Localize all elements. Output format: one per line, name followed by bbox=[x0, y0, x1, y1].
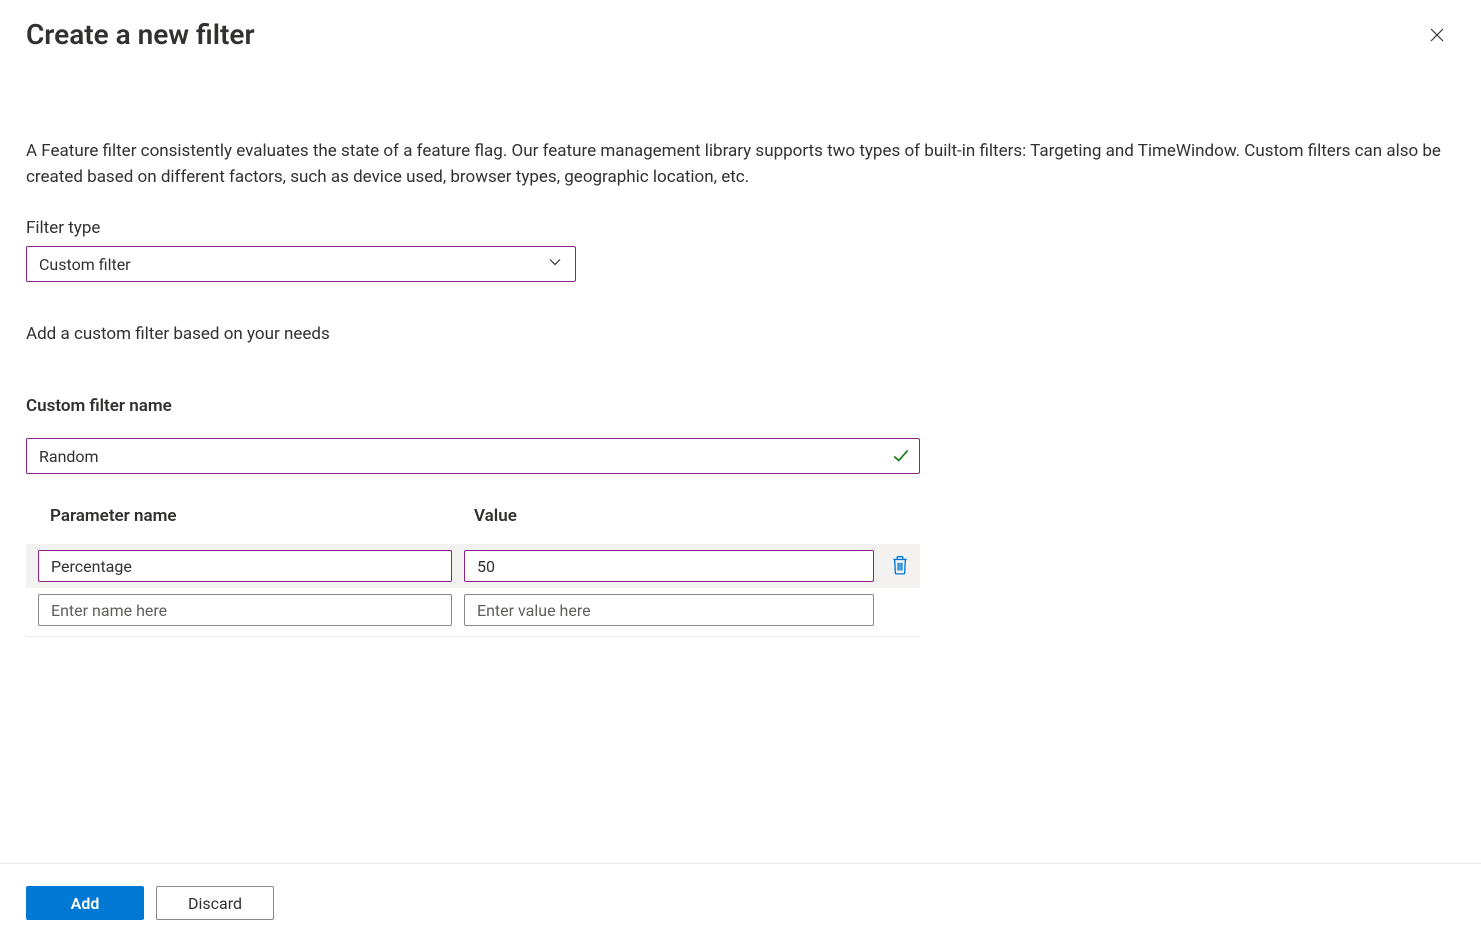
filter-type-label: Filter type bbox=[26, 218, 1455, 238]
param-name-header: Parameter name bbox=[50, 506, 474, 526]
page-title: Create a new filter bbox=[26, 18, 255, 51]
discard-button[interactable]: Discard bbox=[156, 886, 274, 920]
param-value-input-empty[interactable] bbox=[464, 594, 874, 626]
param-value-input[interactable] bbox=[464, 550, 874, 582]
custom-filter-name-label: Custom filter name bbox=[26, 396, 1455, 416]
delete-param-button[interactable] bbox=[886, 552, 914, 580]
checkmark-icon bbox=[892, 447, 910, 465]
param-row-empty bbox=[26, 588, 920, 632]
filter-type-value: Custom filter bbox=[39, 255, 131, 274]
helper-text: Add a custom filter based on your needs bbox=[26, 324, 1455, 344]
close-button[interactable] bbox=[1425, 24, 1449, 48]
footer: Add Discard bbox=[0, 863, 1481, 942]
divider bbox=[26, 636, 920, 637]
add-button[interactable]: Add bbox=[26, 886, 144, 920]
param-row bbox=[26, 544, 920, 588]
close-icon bbox=[1428, 26, 1446, 47]
param-value-header: Value bbox=[474, 506, 517, 526]
chevron-down-icon bbox=[547, 254, 563, 274]
param-name-input-empty[interactable] bbox=[38, 594, 452, 626]
custom-filter-name-input[interactable] bbox=[26, 438, 920, 474]
trash-icon bbox=[891, 555, 909, 578]
filter-type-select[interactable]: Custom filter bbox=[26, 246, 576, 282]
param-name-input[interactable] bbox=[38, 550, 452, 582]
description-text: A Feature filter consistently evaluates … bbox=[26, 139, 1455, 190]
